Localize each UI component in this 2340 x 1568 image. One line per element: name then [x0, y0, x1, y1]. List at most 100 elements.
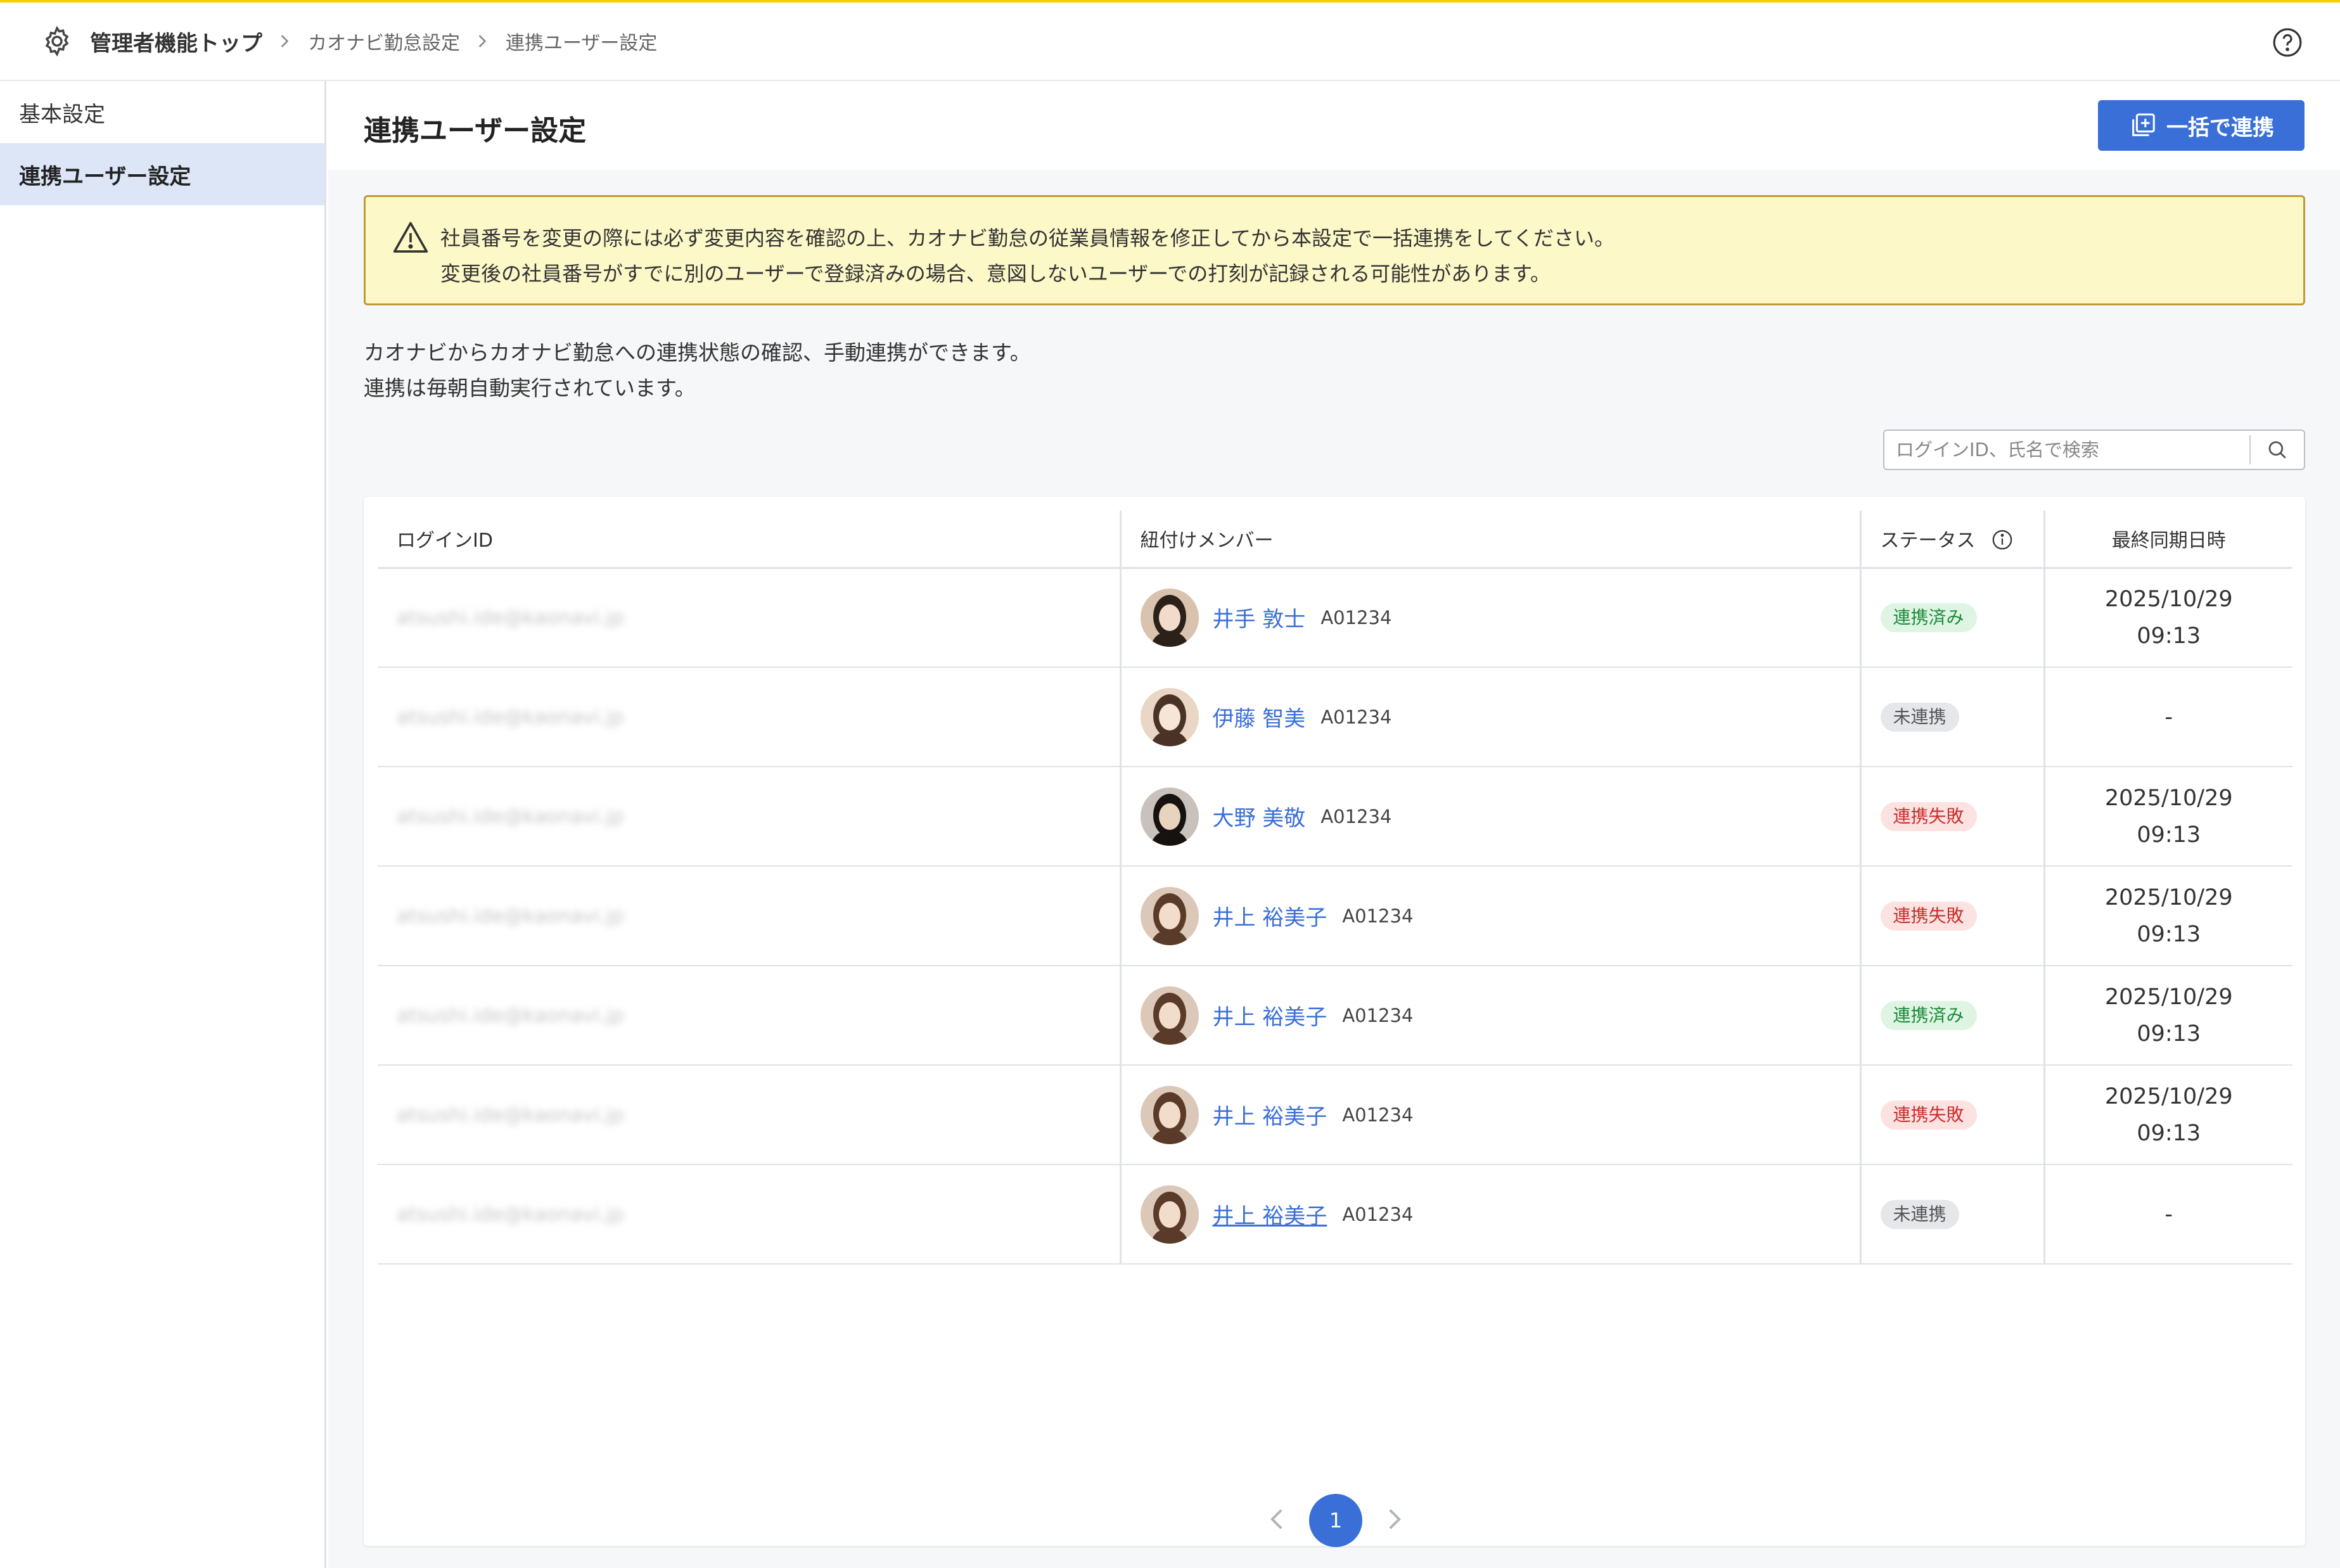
- member-cell: 井上 裕美子 A01234: [1140, 986, 1860, 1045]
- main-content: 連携ユーザー設定 一括で連携 社員番号を変更の際には必ず変更内容を確認の上、カオ…: [328, 81, 2340, 1568]
- last-sync-date: 2025/10/29: [2104, 586, 2233, 612]
- avatar: [1140, 1185, 1199, 1244]
- last-sync-date: 2025/10/29: [2104, 884, 2233, 910]
- pagination-page-current[interactable]: 1: [1309, 1494, 1362, 1547]
- login-id: atsushi.ide@kaonavi.jp: [397, 1103, 624, 1126]
- login-id: atsushi.ide@kaonavi.jp: [397, 904, 624, 927]
- warning-banner: 社員番号を変更の際には必ず変更内容を確認の上、カオナビ勤怠の従業員情報を修正して…: [364, 195, 2305, 305]
- table-row: atsushi.ide@kaonavi.jp 井上 裕美子 A01234 連携済み 20…: [378, 966, 2293, 1066]
- warning-icon: [393, 222, 428, 253]
- last-sync-datetime: -: [2045, 1196, 2293, 1233]
- status-badge: 連携失敗: [1880, 801, 1977, 831]
- warning-text-line-2: 変更後の社員番号がすでに別のユーザーで登録済みの場合、意図しないユーザーでの打刻…: [440, 262, 1551, 286]
- bulk-link-icon: [2132, 113, 2155, 136]
- last-sync-date: 2025/10/29: [2104, 785, 2233, 811]
- last-sync-date: -: [2164, 1201, 2173, 1227]
- search-input[interactable]: [1884, 431, 2249, 469]
- last-sync-time: 09:13: [2137, 1021, 2201, 1047]
- login-id: atsushi.ide@kaonavi.jp: [397, 1202, 624, 1226]
- last-sync-datetime: 2025/10/29 09:13: [2045, 780, 2293, 853]
- member-name-link[interactable]: 伊藤 智美: [1213, 701, 1306, 732]
- member-cell: 井上 裕美子 A01234: [1140, 1085, 1860, 1144]
- status-badge: 未連携: [1880, 1199, 1959, 1229]
- member-code: A01234: [1342, 1104, 1414, 1126]
- status-badge: 連携済み: [1880, 1000, 1977, 1030]
- member-name-link[interactable]: 大野 美敬: [1213, 801, 1306, 832]
- column-header-status-label: ステータス: [1880, 530, 1976, 552]
- member-code: A01234: [1342, 1203, 1414, 1225]
- status-badge: 連携失敗: [1880, 901, 1977, 931]
- table-row: atsushi.ide@kaonavi.jp 井手 敦士 A01234 連携済み 202…: [378, 568, 2293, 668]
- breadcrumb-linked-user-settings: 連携ユーザー設定: [506, 32, 658, 54]
- page-title: 連携ユーザー設定: [364, 115, 587, 147]
- bulk-link-button[interactable]: 一括で連携: [2098, 100, 2305, 151]
- search-icon: [2268, 441, 2286, 459]
- sidebar-item-basic-settings[interactable]: 基本設定: [0, 81, 324, 143]
- gear-icon[interactable]: [41, 25, 74, 58]
- avatar: [1140, 787, 1199, 846]
- member-code: A01234: [1320, 606, 1392, 628]
- avatar: [1140, 886, 1199, 945]
- table-row: atsushi.ide@kaonavi.jp 大野 美敬 A01234 連携失敗 202…: [378, 767, 2293, 867]
- status-badge: 連携済み: [1880, 602, 1977, 632]
- sidebar-item-linked-user-settings[interactable]: 連携ユーザー設定: [0, 143, 324, 205]
- last-sync-date: 2025/10/29: [2104, 984, 2233, 1010]
- chevron-right-icon: [478, 35, 487, 48]
- last-sync-datetime: 2025/10/29 09:13: [2045, 979, 2293, 1052]
- last-sync-time: 09:13: [2137, 921, 2201, 947]
- table-row: atsushi.ide@kaonavi.jp 井上 裕美子 A01234 連携失敗 20…: [378, 1065, 2292, 1165]
- member-cell: 大野 美敬 A01234: [1140, 787, 1860, 846]
- status-badge: 未連携: [1880, 702, 1959, 732]
- member-name-link[interactable]: 井手 敦士: [1213, 602, 1306, 633]
- description-line-1: カオナビからカオナビ勤怠への連携状態の確認、手動連携ができます。: [364, 340, 1031, 365]
- table-row: atsushi.ide@kaonavi.jp 井上 裕美子 A01234 未連携 -: [378, 1164, 2293, 1265]
- chevron-left-icon[interactable]: [1265, 1508, 1288, 1531]
- member-name-link[interactable]: 井上 裕美子: [1213, 1000, 1327, 1031]
- chevron-right-icon[interactable]: [1383, 1508, 1406, 1531]
- breadcrumb-admin-top[interactable]: 管理者機能トップ: [90, 26, 262, 57]
- breadcrumb-kintai-settings[interactable]: カオナビ勤怠設定: [308, 27, 460, 55]
- chevron-right-icon: [281, 35, 289, 48]
- member-cell: 井上 裕美子 A01234: [1140, 886, 1860, 945]
- member-code: A01234: [1320, 805, 1392, 827]
- last-sync-date: 2025/10/29: [2104, 1083, 2233, 1109]
- login-id: atsushi.ide@kaonavi.jp: [397, 606, 624, 629]
- column-header-login-id: ログインID: [378, 511, 1120, 569]
- warning-text-line-1: 社員番号を変更の際には必ず変更内容を確認の上、カオナビ勤怠の従業員情報を修正して…: [440, 226, 1615, 250]
- table-header-row: ログインID 紐付けメンバー ステータス 最終同期日時: [378, 511, 2292, 569]
- avatar: [1140, 1085, 1199, 1144]
- users-table-card: ログインID 紐付けメンバー ステータス 最終同期日時 atsushi.ide@…: [364, 497, 2305, 1546]
- member-cell: 井手 敦士 A01234: [1140, 588, 1860, 647]
- title-bar: 連携ユーザー設定 一括で連携: [328, 81, 2340, 170]
- login-id: atsushi.ide@kaonavi.jp: [397, 1004, 624, 1027]
- last-sync-time: 09:13: [2137, 822, 2201, 848]
- member-name-link[interactable]: 井上 裕美子: [1213, 1199, 1327, 1230]
- member-cell: 伊藤 智美 A01234: [1140, 687, 1860, 746]
- sidebar: 基本設定 連携ユーザー設定: [0, 81, 326, 1568]
- search-box: [1883, 430, 2305, 470]
- last-sync-date: -: [2164, 704, 2173, 730]
- last-sync-datetime: -: [2045, 699, 2293, 736]
- member-code: A01234: [1320, 706, 1392, 728]
- login-id: atsushi.ide@kaonavi.jp: [397, 705, 624, 729]
- member-name-link[interactable]: 井上 裕美子: [1213, 900, 1327, 931]
- avatar: [1140, 986, 1199, 1045]
- search-button[interactable]: [2251, 431, 2304, 469]
- info-icon[interactable]: [1992, 529, 2013, 551]
- sidebar-item-label: 連携ユーザー設定: [19, 163, 191, 189]
- last-sync-time: 09:13: [2137, 1120, 2201, 1146]
- status-badge: 連携失敗: [1880, 1100, 1977, 1130]
- login-id: atsushi.ide@kaonavi.jp: [397, 805, 624, 828]
- bulk-link-label: 一括で連携: [2166, 115, 2274, 141]
- help-icon[interactable]: [2272, 27, 2303, 58]
- column-header-last-sync: 最終同期日時: [2043, 511, 2292, 569]
- member-name-link[interactable]: 井上 裕美子: [1213, 1099, 1327, 1130]
- column-header-status: ステータス: [1859, 511, 2044, 569]
- last-sync-time: 09:13: [2137, 623, 2201, 649]
- member-code: A01234: [1342, 905, 1414, 927]
- last-sync-datetime: 2025/10/29 09:13: [2045, 581, 2293, 654]
- pagination: 1: [328, 1493, 2340, 1547]
- avatar: [1140, 687, 1199, 746]
- member-code: A01234: [1342, 1004, 1414, 1026]
- app-header: 管理者機能トップ カオナビ勤怠設定 連携ユーザー設定: [0, 0, 2340, 81]
